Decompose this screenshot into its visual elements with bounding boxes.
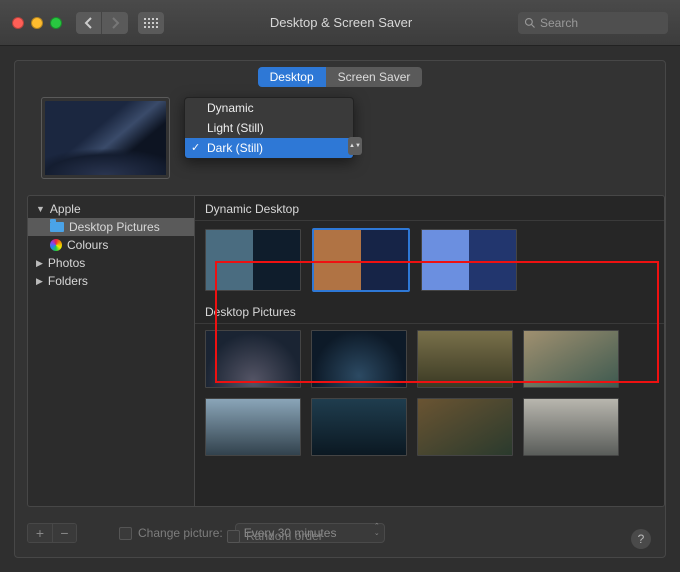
pane-inner: Desktop Screen Saver Dynamic Light (Stil… [14, 60, 666, 558]
checkbox-icon [119, 527, 132, 540]
change-picture-checkbox[interactable]: Change picture: [119, 526, 223, 540]
sidebar-label: Folders [48, 274, 88, 288]
add-source-button[interactable]: + [28, 524, 52, 542]
search-icon [524, 17, 536, 29]
wallpaper-thumb[interactable] [417, 330, 513, 388]
window-titlebar: Desktop & Screen Saver Search [0, 0, 680, 46]
sidebar-item-folders[interactable]: ▶ Folders [28, 272, 194, 290]
folder-icon [50, 222, 64, 232]
source-list: ▼ Apple Desktop Pictures Colours ▶ Photo… [27, 195, 195, 507]
chevron-right-icon [110, 17, 120, 29]
grid-icon [144, 18, 158, 28]
sidebar-label: Desktop Pictures [69, 220, 160, 234]
tab-desktop[interactable]: Desktop [258, 67, 326, 87]
dynamic-thumb-gradient[interactable] [421, 229, 517, 291]
chevron-left-icon [84, 17, 94, 29]
traffic-lights [12, 17, 62, 29]
desktop-pictures-grid [195, 324, 664, 462]
sidebar-item-desktop-pictures[interactable]: Desktop Pictures [28, 218, 194, 236]
zoom-window-button[interactable] [50, 17, 62, 29]
wallpaper-thumb[interactable] [417, 398, 513, 456]
sidebar-label: Colours [67, 238, 108, 252]
random-order-checkbox[interactable]: Random order [227, 529, 323, 543]
disclosure-down-icon: ▼ [36, 204, 45, 214]
wallpaper-browser: Dynamic Desktop Desktop Pictures [195, 195, 665, 507]
random-order-label: Random order [246, 529, 323, 543]
sidebar-label: Photos [48, 256, 85, 270]
add-remove-source: + − [27, 523, 77, 543]
show-all-prefs-button[interactable] [138, 12, 164, 34]
search-placeholder: Search [540, 16, 578, 30]
wallpaper-preview-image [45, 101, 166, 175]
dynamic-thumb-mojave[interactable] [313, 229, 409, 291]
stepper-arrows-icon: ▲▼ [348, 137, 362, 155]
wallpaper-thumb[interactable] [205, 330, 301, 388]
disclosure-right-icon: ▶ [36, 258, 43, 269]
tab-screen-saver[interactable]: Screen Saver [326, 67, 423, 87]
dropdown-option-dark-still[interactable]: Dark (Still) [185, 138, 353, 158]
preference-pane: Desktop Screen Saver Dynamic Light (Stil… [0, 46, 680, 572]
back-button[interactable] [76, 12, 102, 34]
sidebar-item-colours[interactable]: Colours [28, 236, 194, 254]
section-header-desktop-pictures: Desktop Pictures [195, 299, 664, 324]
close-window-button[interactable] [12, 17, 24, 29]
colour-wheel-icon [50, 239, 62, 251]
wallpaper-thumb[interactable] [523, 330, 619, 388]
current-wallpaper-preview [41, 97, 170, 179]
minimize-window-button[interactable] [31, 17, 43, 29]
dropdown-option-light-still[interactable]: Light (Still) [185, 118, 353, 138]
tab-bar: Desktop Screen Saver [15, 61, 665, 87]
window-title: Desktop & Screen Saver [164, 15, 518, 30]
wallpaper-thumb[interactable] [311, 398, 407, 456]
checkbox-icon [227, 530, 240, 543]
dynamic-thumb-catalina[interactable] [205, 229, 301, 291]
change-picture-label: Change picture: [138, 526, 223, 540]
help-button[interactable]: ? [631, 529, 651, 549]
wallpaper-thumb[interactable] [311, 330, 407, 388]
wallpaper-thumb[interactable] [205, 398, 301, 456]
section-header-dynamic-desktop: Dynamic Desktop [195, 196, 664, 221]
forward-button[interactable] [102, 12, 128, 34]
dynamic-desktop-row [195, 221, 664, 299]
sidebar-item-photos[interactable]: ▶ Photos [28, 254, 194, 272]
sidebar-label: Apple [50, 202, 81, 216]
bottom-bar: + − Change picture: Every 30 minutes ? [27, 517, 653, 549]
disclosure-right-icon: ▶ [36, 276, 43, 287]
dropdown-menu: Dynamic Light (Still) Dark (Still) [184, 97, 354, 159]
wallpaper-appearance-dropdown[interactable]: Dynamic Light (Still) Dark (Still) ▲▼ [184, 97, 354, 159]
wallpaper-thumb[interactable] [523, 398, 619, 456]
remove-source-button[interactable]: − [52, 524, 76, 542]
sidebar-item-apple[interactable]: ▼ Apple [28, 200, 194, 218]
nav-buttons [76, 12, 128, 34]
dropdown-option-dynamic[interactable]: Dynamic [185, 98, 353, 118]
search-field[interactable]: Search [518, 12, 668, 34]
